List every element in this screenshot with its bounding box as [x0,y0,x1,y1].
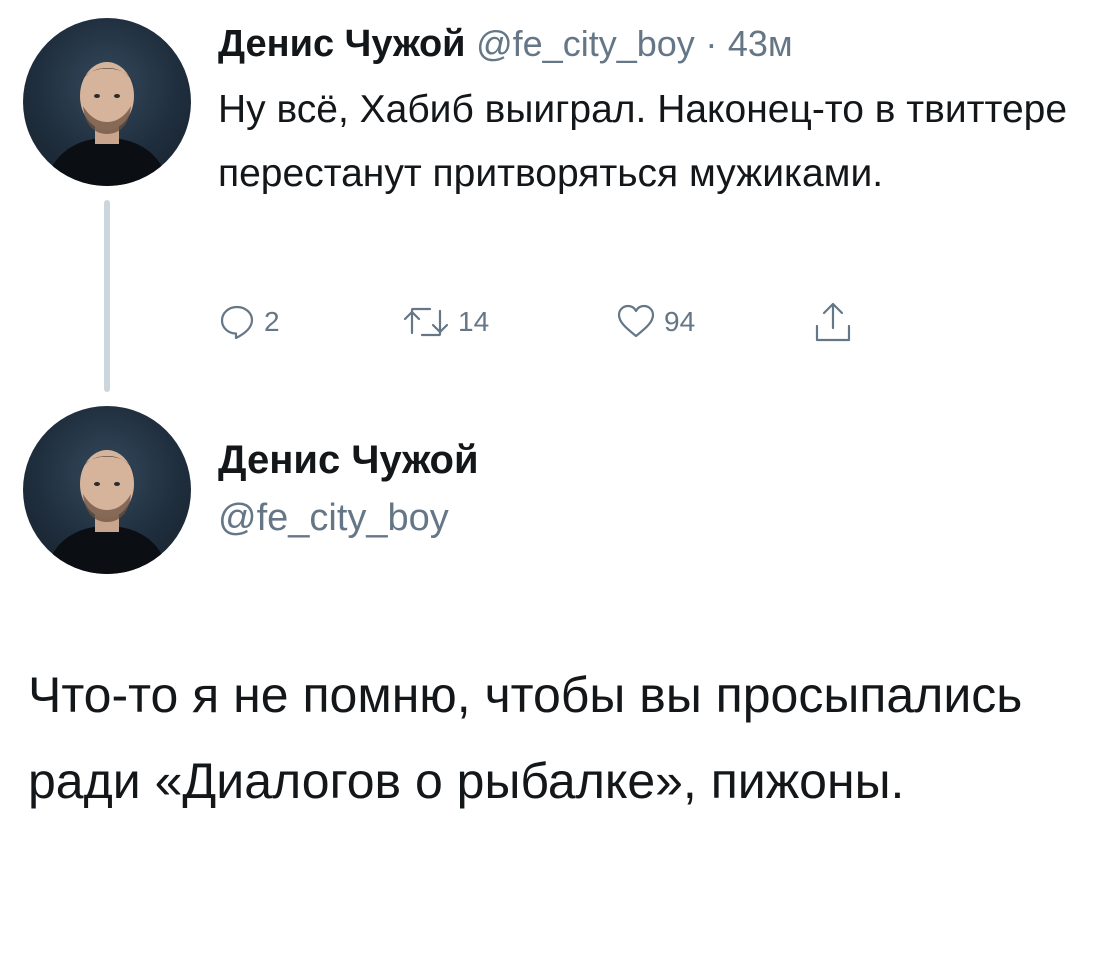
tweet-actions-bar: 2 14 94 [218,292,918,352]
tweet-timestamp[interactable]: 43м [728,23,793,64]
like-button[interactable]: 94 [616,292,695,352]
reply-icon [218,303,256,341]
like-count: 94 [664,306,696,337]
avatar-portrait [45,62,169,186]
tweet-header: Денис Чужой @fe_city_boy · 43м [218,20,793,68]
author-name[interactable]: Денис Чужой [218,23,466,65]
retweet-count: 14 [458,306,490,337]
reply-count: 2 [264,306,280,337]
avatar[interactable] [23,18,191,186]
avatar[interactable] [23,406,191,574]
header-separator: · [705,23,718,64]
heart-icon [616,303,656,341]
author-handle[interactable]: @fe_city_boy [218,494,449,542]
author-handle[interactable]: @fe_city_boy [476,23,695,64]
share-icon [812,300,854,344]
thread-connector-line [104,200,110,392]
retweet-icon [402,303,450,341]
author-name[interactable]: Денис Чужой [218,436,479,484]
tweet-text: Ну всё, Хабиб выиграл. Наконец-то в твит… [218,88,1068,195]
tweet-text: Что-то я не помню, чтобы вы просыпались … [28,667,1023,809]
retweet-button[interactable]: 14 [402,292,489,352]
avatar-portrait [45,450,169,574]
share-button[interactable] [812,292,854,352]
reply-button[interactable]: 2 [218,292,280,352]
